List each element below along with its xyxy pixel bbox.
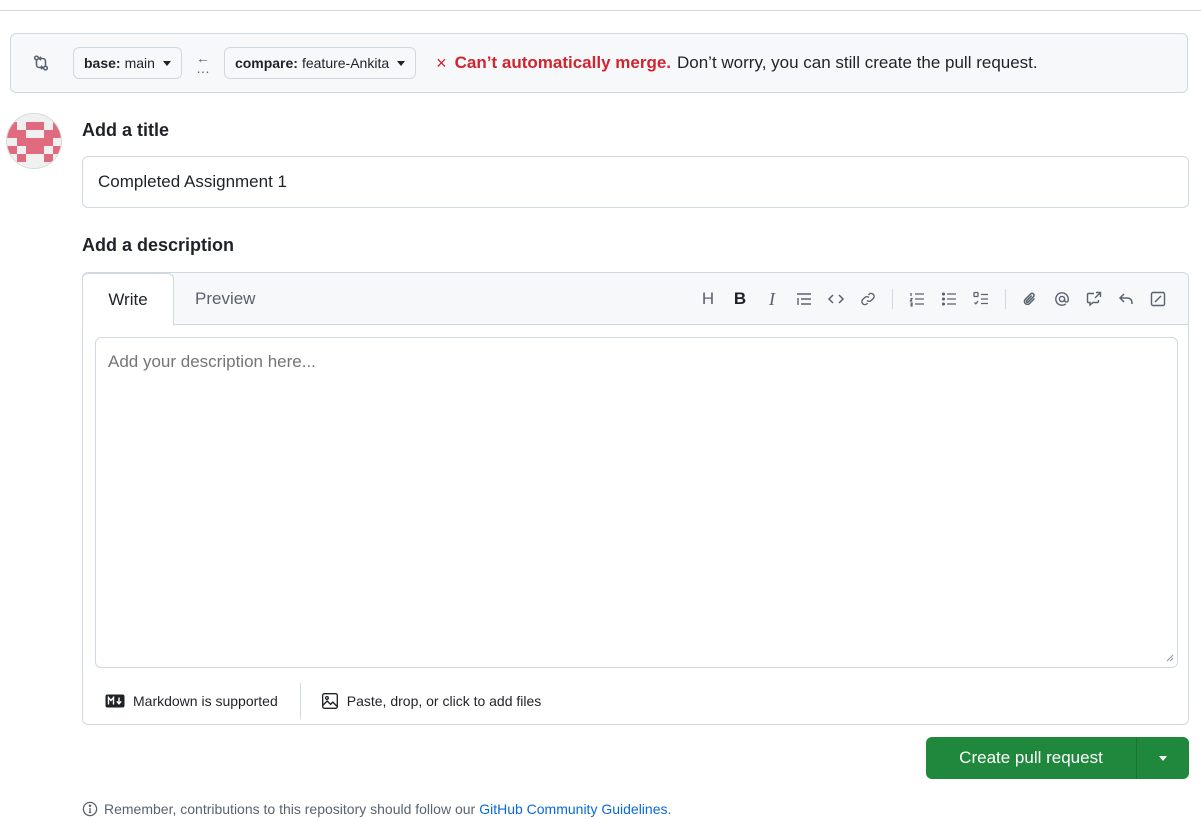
toolbar-divider bbox=[892, 289, 893, 309]
fullscreen-button[interactable] bbox=[1142, 283, 1174, 315]
image-icon bbox=[321, 693, 338, 709]
git-compare-icon bbox=[29, 51, 53, 75]
markdown-help-link[interactable]: Markdown is supported bbox=[83, 683, 301, 719]
create-pull-request-group: Create pull request bbox=[926, 737, 1189, 779]
heading-button[interactable]: H bbox=[692, 283, 724, 315]
dots-icon: … bbox=[195, 60, 210, 76]
reminder-text: Remember, contributions to this reposito… bbox=[104, 801, 476, 817]
square-slash-icon bbox=[1150, 291, 1166, 307]
description-textarea[interactable] bbox=[95, 337, 1178, 668]
link-icon bbox=[861, 292, 875, 306]
paperclip-icon bbox=[1023, 292, 1036, 306]
info-icon bbox=[82, 801, 98, 817]
base-branch-value: main bbox=[124, 55, 155, 71]
mention-icon bbox=[1055, 292, 1069, 306]
editor-footer: Markdown is supported Paste, drop, or cl… bbox=[83, 677, 1188, 725]
merge-error-text: Can’t automatically merge. bbox=[454, 53, 671, 72]
resize-grip-icon[interactable] bbox=[1166, 654, 1174, 662]
contribution-reminder: Remember, contributions to this reposito… bbox=[82, 801, 671, 817]
quote-icon bbox=[797, 293, 811, 305]
top-divider bbox=[0, 10, 1201, 11]
bold-button[interactable]: B bbox=[724, 283, 756, 315]
description-heading: Add a description bbox=[82, 235, 235, 255]
create-pull-request-button[interactable]: Create pull request bbox=[926, 737, 1136, 779]
title-heading: Add a title bbox=[82, 120, 170, 140]
toolbar-divider bbox=[1005, 289, 1006, 309]
chevron-down-icon bbox=[397, 60, 406, 66]
unordered-list-icon bbox=[941, 292, 956, 306]
base-branch-label: base: bbox=[84, 55, 121, 71]
tab-write[interactable]: Write bbox=[82, 273, 174, 326]
avatar bbox=[6, 113, 62, 169]
cross-reference-button[interactable] bbox=[1078, 283, 1110, 315]
description-editor: Write Preview H B I Add your description… bbox=[82, 272, 1189, 725]
compare-branch-label: compare: bbox=[234, 55, 298, 71]
chevron-down-icon bbox=[162, 60, 171, 66]
reminder-end: . bbox=[667, 801, 672, 817]
task-list-button[interactable] bbox=[965, 283, 997, 315]
unordered-list-button[interactable] bbox=[933, 283, 965, 315]
mention-button[interactable] bbox=[1046, 283, 1078, 315]
ordered-list-button[interactable] bbox=[901, 283, 933, 315]
compare-bar: base: main ← … compare: feature-Ankita ×… bbox=[10, 33, 1188, 93]
link-button[interactable] bbox=[852, 283, 884, 315]
create-options-dropdown[interactable] bbox=[1136, 737, 1189, 779]
italic-button[interactable]: I bbox=[756, 283, 788, 315]
compare-branch-button[interactable]: compare: feature-Ankita bbox=[223, 47, 417, 79]
ordered-list-icon bbox=[909, 293, 924, 307]
markdown-icon bbox=[105, 694, 125, 708]
chevron-down-icon bbox=[1159, 755, 1167, 761]
branch-direction: ← … bbox=[182, 51, 224, 76]
attach-note: Paste, drop, or click to add files bbox=[346, 693, 542, 709]
merge-status: × Can’t automatically merge. Don’t worry… bbox=[436, 53, 1038, 74]
attach-files-link[interactable]: Paste, drop, or click to add files bbox=[301, 683, 542, 719]
code-icon bbox=[827, 294, 845, 304]
quote-button[interactable] bbox=[788, 283, 820, 315]
x-icon: × bbox=[436, 52, 447, 73]
reply-icon bbox=[1118, 293, 1133, 304]
task-list-icon bbox=[973, 291, 988, 305]
merge-status-message: Don’t worry, you can still create the pu… bbox=[677, 53, 1038, 72]
tab-preview[interactable]: Preview bbox=[195, 273, 255, 325]
title-input[interactable] bbox=[82, 156, 1189, 208]
reply-button[interactable] bbox=[1110, 283, 1142, 315]
attach-button[interactable] bbox=[1014, 283, 1046, 315]
cross-reference-icon bbox=[1086, 291, 1102, 307]
markdown-toolbar: H B I bbox=[692, 273, 1174, 325]
community-guidelines-link[interactable]: GitHub Community Guidelines bbox=[479, 801, 667, 817]
markdown-note: Markdown is supported bbox=[133, 693, 278, 709]
base-branch-button[interactable]: base: main bbox=[73, 47, 182, 79]
editor-header: Write Preview H B I bbox=[82, 273, 1188, 326]
code-button[interactable] bbox=[820, 283, 852, 315]
compare-branch-value: feature-Ankita bbox=[301, 55, 390, 71]
